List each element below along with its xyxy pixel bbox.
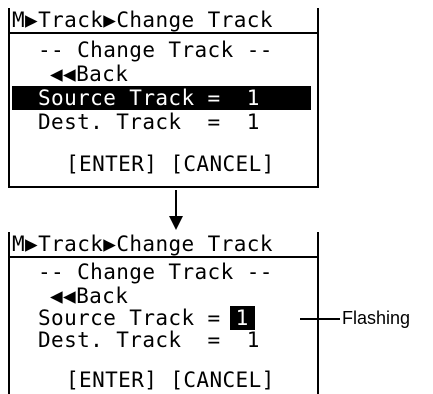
source-track-value-flashing[interactable]: 1 <box>229 306 255 330</box>
dest-track-menu-item[interactable]: Dest. Track = 1 <box>10 110 317 134</box>
down-arrow-icon <box>169 216 183 230</box>
down-arrow-shaft <box>175 190 177 218</box>
dest-track-menu-item[interactable]: Dest. Track = 1 <box>10 328 317 352</box>
back-menu-item[interactable]: ◀◀Back <box>10 284 317 308</box>
source-track-menu-item-selected[interactable]: Source Track = 1 <box>12 86 311 110</box>
source-track-label: Source Track = <box>38 306 234 330</box>
lcd-screen-before: M▶Track▶Change Track -- Change Track -- … <box>8 8 319 188</box>
back-menu-item[interactable]: ◀◀Back <box>10 62 317 86</box>
breadcrumb: M▶Track▶Change Track <box>10 232 317 258</box>
menu-heading: -- Change Track -- <box>38 260 273 284</box>
breadcrumb: M▶Track▶Change Track <box>10 8 317 34</box>
flashing-callout-line <box>300 318 340 320</box>
lcd-screen-after: M▶Track▶Change Track -- Change Track -- … <box>8 232 319 394</box>
enter-cancel-buttons[interactable]: [ENTER] [CANCEL] <box>10 368 317 392</box>
menu-heading: -- Change Track -- <box>38 38 273 62</box>
enter-cancel-buttons[interactable]: [ENTER] [CANCEL] <box>10 152 317 176</box>
source-track-menu-item[interactable]: Source Track = 1 <box>10 306 317 330</box>
flashing-callout-label: Flashing <box>342 308 411 328</box>
